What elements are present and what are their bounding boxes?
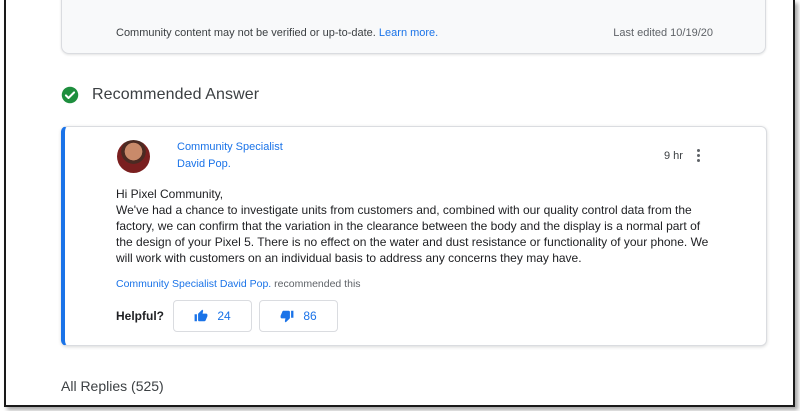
thumbs-up-button[interactable]: 24 — [173, 300, 252, 332]
all-replies-heading: All Replies (525) — [61, 378, 164, 394]
community-notice-text: Community content may not be verified or… — [116, 27, 376, 39]
recommended-answer-title: Recommended Answer — [92, 86, 260, 103]
learn-more-link[interactable]: Learn more. — [379, 27, 438, 39]
thumbs-up-icon — [194, 309, 208, 322]
recommended-suffix: recommended this — [271, 278, 361, 290]
author-name[interactable]: David Pop. — [177, 158, 231, 170]
downvote-count: 86 — [303, 309, 317, 323]
answer-text: We've had a chance to investigate units … — [116, 203, 709, 265]
check-circle-icon — [61, 86, 79, 104]
answer-greeting: Hi Pixel Community, — [116, 187, 224, 201]
more-options-icon[interactable] — [693, 147, 703, 165]
recommended-by-link[interactable]: Community Specialist David Pop. — [116, 278, 271, 290]
helpful-label: Helpful? — [116, 309, 164, 323]
page-frame: Community content may not be verified or… — [4, 0, 795, 407]
community-notice: Community content may not be verified or… — [116, 27, 438, 39]
avatar[interactable] — [117, 140, 150, 173]
recommended-by-line: Community Specialist David Pop. recommen… — [116, 278, 361, 290]
last-edited-text: Last edited 10/19/20 — [613, 27, 713, 39]
thumbs-down-icon — [280, 310, 294, 323]
thumbs-down-button[interactable]: 86 — [259, 300, 338, 332]
recommended-answer-header: Recommended Answer — [61, 86, 259, 104]
upvote-count: 24 — [217, 309, 231, 323]
community-notice-card: Community content may not be verified or… — [61, 0, 766, 54]
recommended-answer-card: Community Specialist David Pop. 9 hr Hi … — [61, 126, 767, 346]
answer-body: Hi Pixel Community, We've had a chance t… — [116, 186, 716, 266]
post-timestamp: 9 hr — [664, 150, 683, 162]
author-role[interactable]: Community Specialist — [177, 141, 283, 153]
